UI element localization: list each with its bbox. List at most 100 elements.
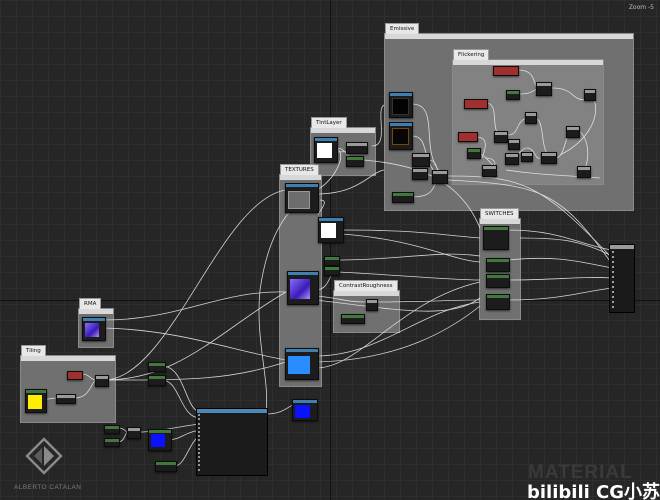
comment-header-bar bbox=[453, 60, 603, 65]
lerp-node[interactable] bbox=[412, 168, 428, 180]
comment-header-bar bbox=[480, 219, 520, 224]
texture-sample-node[interactable] bbox=[314, 137, 338, 163]
math-node[interactable] bbox=[482, 165, 497, 177]
texture-sample-node[interactable] bbox=[389, 122, 413, 150]
vector-parameter-node[interactable] bbox=[67, 371, 83, 380]
node-header bbox=[507, 91, 519, 94]
scalar-parameter-node[interactable] bbox=[155, 461, 177, 472]
scalar-parameter-node[interactable] bbox=[148, 375, 166, 386]
node-header bbox=[585, 90, 595, 93]
static-switch-node[interactable] bbox=[486, 258, 510, 272]
wire bbox=[337, 253, 481, 261]
node-header bbox=[105, 426, 119, 429]
vector-parameter-node[interactable] bbox=[493, 66, 519, 76]
comment-header-bar bbox=[334, 291, 399, 296]
math-node[interactable] bbox=[494, 131, 508, 143]
static-switch-node[interactable] bbox=[486, 294, 510, 310]
node-header bbox=[506, 154, 518, 157]
material-input-pin[interactable] bbox=[612, 304, 634, 309]
static-switch-node[interactable] bbox=[483, 226, 509, 250]
node-header bbox=[509, 140, 519, 143]
node-header bbox=[567, 127, 579, 130]
math-node[interactable] bbox=[505, 153, 519, 165]
node-header bbox=[465, 100, 487, 108]
multiply-node[interactable] bbox=[346, 142, 368, 154]
node-pin-row[interactable] bbox=[197, 467, 267, 471]
wire bbox=[507, 257, 613, 269]
scalar-parameter-node[interactable] bbox=[104, 425, 120, 434]
texture-preview-white bbox=[321, 223, 336, 238]
node-header bbox=[367, 300, 377, 303]
vector-parameter-node[interactable] bbox=[464, 99, 488, 109]
node-header bbox=[286, 349, 318, 352]
texture-sample-node[interactable] bbox=[285, 348, 319, 380]
material-output-node[interactable] bbox=[609, 244, 635, 313]
static-switch-node[interactable] bbox=[486, 274, 510, 288]
author-logo-icon bbox=[25, 437, 63, 475]
material-graph-canvas[interactable]: Zoom -5 Emissive Flickering TintLayer TE… bbox=[0, 0, 660, 500]
texture-preview-purple bbox=[290, 279, 310, 299]
math-node[interactable] bbox=[536, 82, 552, 96]
math-node[interactable] bbox=[366, 299, 378, 311]
scalar-parameter-node[interactable] bbox=[506, 90, 520, 100]
scalar-parameter-node[interactable] bbox=[324, 256, 340, 266]
math-node[interactable] bbox=[541, 152, 557, 164]
scalar-parameter-node[interactable] bbox=[467, 148, 481, 159]
wire bbox=[103, 189, 287, 381]
texture-sample-node[interactable] bbox=[318, 217, 344, 243]
texture-preview-gray bbox=[288, 191, 310, 209]
scalar-parameter-node[interactable] bbox=[346, 156, 364, 167]
node-header bbox=[319, 218, 343, 221]
math-node[interactable] bbox=[584, 89, 596, 101]
node-header bbox=[105, 439, 119, 442]
node-header bbox=[487, 295, 509, 298]
comment-header-bar bbox=[79, 309, 113, 314]
constant-color-node[interactable] bbox=[25, 389, 47, 413]
node-header bbox=[495, 132, 507, 135]
node-header bbox=[315, 138, 337, 141]
multiply-node[interactable] bbox=[95, 375, 109, 387]
lerp-node[interactable] bbox=[432, 170, 448, 184]
math-node[interactable] bbox=[127, 427, 141, 439]
math-node[interactable] bbox=[566, 126, 580, 138]
texture-preview-white bbox=[317, 143, 332, 158]
texture-coordinate-node[interactable] bbox=[56, 394, 76, 404]
texture-sample-node[interactable] bbox=[292, 399, 318, 421]
scalar-parameter-node[interactable] bbox=[324, 266, 340, 276]
texture-preview-purple bbox=[85, 323, 99, 337]
zoom-level-label: Zoom -5 bbox=[628, 4, 654, 11]
math-node[interactable] bbox=[521, 152, 533, 162]
texture-sample-node[interactable] bbox=[82, 317, 106, 341]
math-node[interactable] bbox=[577, 166, 591, 178]
math-node[interactable] bbox=[525, 112, 537, 124]
material-attributes-node[interactable] bbox=[196, 408, 268, 476]
node-header bbox=[459, 133, 477, 141]
texture-sample-node[interactable] bbox=[287, 271, 319, 305]
node-header bbox=[342, 315, 364, 318]
comment-header-bar bbox=[280, 175, 321, 180]
texture-sample-node[interactable] bbox=[389, 92, 413, 118]
texture-sample-node[interactable] bbox=[285, 183, 319, 213]
vector-constant-node[interactable] bbox=[148, 429, 172, 451]
color-preview-blue bbox=[151, 434, 165, 447]
texture-preview-dark bbox=[392, 128, 409, 145]
node-header bbox=[26, 390, 46, 393]
node-header bbox=[68, 372, 82, 379]
scalar-parameter-node[interactable] bbox=[104, 438, 120, 447]
node-header bbox=[347, 157, 363, 160]
node-header bbox=[149, 363, 165, 366]
comment-contrast-roughness[interactable]: ContrastRoughness bbox=[333, 280, 400, 333]
vector-parameter-node[interactable] bbox=[458, 132, 478, 142]
node-header bbox=[542, 153, 556, 156]
scalar-parameter-node[interactable] bbox=[148, 362, 166, 372]
scalar-parameter-node[interactable] bbox=[392, 192, 414, 203]
math-node[interactable] bbox=[508, 139, 520, 150]
multiply-node[interactable] bbox=[412, 153, 430, 167]
wire bbox=[103, 327, 287, 361]
scalar-parameter-node[interactable] bbox=[341, 314, 365, 324]
node-header bbox=[83, 318, 105, 321]
node-header bbox=[468, 149, 480, 152]
node-header bbox=[286, 184, 318, 187]
wire bbox=[337, 271, 481, 281]
color-preview-yellow bbox=[28, 395, 42, 409]
